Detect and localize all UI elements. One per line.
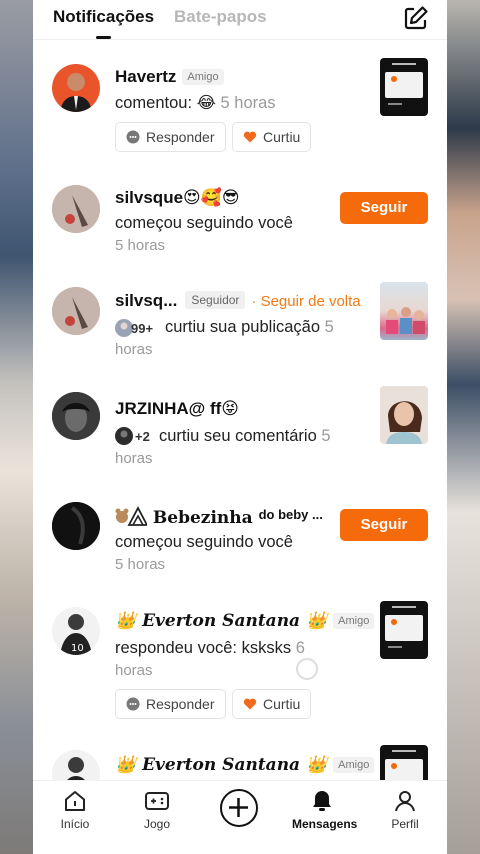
notifications-panel: Notificações Bate-papos Havertz Amigo com… bbox=[33, 0, 447, 854]
notification-row[interactable]: silvsque😍🥰😎 começou seguindo você 5 hora… bbox=[33, 183, 447, 263]
avatar[interactable] bbox=[52, 502, 100, 550]
follow-button[interactable]: Seguir bbox=[340, 192, 428, 224]
chat-bubble-icon bbox=[126, 130, 140, 144]
notification-text: curtiu sua publicação 5 bbox=[165, 318, 334, 336]
notification-text: começou seguindo você bbox=[115, 533, 293, 551]
nav-profile[interactable]: Perfil bbox=[375, 789, 435, 831]
chat-bubble-icon bbox=[126, 697, 140, 711]
tab-notificacoes[interactable]: Notificações bbox=[53, 7, 154, 27]
bear-and-logo-icon bbox=[115, 506, 149, 526]
plus-icon bbox=[229, 798, 248, 817]
liker-avatar-icon bbox=[115, 427, 133, 445]
notification-row[interactable]: 10 👑 Everton Santana 👑 Amigo respondeu vo… bbox=[33, 601, 447, 725]
friend-badge: Amigo bbox=[182, 69, 224, 85]
like-count: 99+ bbox=[131, 321, 154, 336]
username[interactable]: 👑 Everton Santana 👑 Amigo bbox=[115, 755, 375, 775]
liker-avatars[interactable]: +2 bbox=[115, 427, 155, 447]
post-thumbnail[interactable] bbox=[380, 601, 428, 659]
avatar[interactable] bbox=[52, 64, 100, 112]
svg-text:10: 10 bbox=[71, 643, 84, 654]
reply-button[interactable]: Responder bbox=[115, 689, 226, 719]
profile-icon bbox=[395, 791, 415, 812]
nav-home[interactable]: Início bbox=[45, 789, 105, 831]
timestamp: 5 horas bbox=[115, 556, 166, 573]
liker-avatars[interactable]: 99+ bbox=[115, 319, 155, 339]
post-thumbnail[interactable] bbox=[380, 386, 428, 444]
avatar[interactable] bbox=[52, 185, 100, 233]
timestamp: horas bbox=[115, 341, 153, 358]
touch-indicator bbox=[296, 658, 318, 680]
heart-icon bbox=[243, 698, 257, 710]
compose-icon[interactable] bbox=[403, 5, 429, 31]
notification-text: comentou: 😂 5 horas bbox=[115, 94, 276, 112]
like-count: +2 bbox=[135, 429, 150, 444]
username[interactable]: Havertz Amigo bbox=[115, 67, 224, 87]
like-button[interactable]: Curtiu bbox=[232, 122, 312, 152]
follower-badge: Seguidor bbox=[185, 291, 246, 309]
friend-badge: Amigo bbox=[333, 757, 375, 773]
tab-bate-papos[interactable]: Bate-papos bbox=[174, 7, 267, 27]
home-icon bbox=[65, 791, 85, 811]
background-right-blur bbox=[445, 0, 480, 854]
friend-badge: Amigo bbox=[333, 613, 375, 629]
notification-row[interactable]: JRZINHA@ ff😝 +2 curtiu seu comentário 5 … bbox=[33, 386, 447, 477]
post-thumbnail[interactable] bbox=[380, 282, 428, 340]
active-tab-indicator bbox=[96, 36, 111, 39]
notification-row[interactable]: Bebezinha do beby ... começou seguindo v… bbox=[33, 500, 447, 580]
post-thumbnail[interactable] bbox=[380, 58, 428, 116]
timestamp: horas bbox=[115, 450, 153, 467]
follow-button[interactable]: Seguir bbox=[340, 509, 428, 541]
timestamp: horas bbox=[115, 662, 153, 679]
top-tabs: Notificações Bate-papos bbox=[33, 0, 447, 40]
username[interactable]: Bebezinha do beby ... bbox=[115, 505, 323, 528]
bottom-navigation: Início Jogo Mensagens Perfil bbox=[33, 780, 447, 854]
timestamp: 5 horas bbox=[115, 237, 166, 254]
create-post-button[interactable] bbox=[220, 789, 258, 827]
reply-button[interactable]: Responder bbox=[115, 122, 226, 152]
avatar[interactable] bbox=[52, 287, 100, 335]
nav-game[interactable]: Jogo bbox=[127, 789, 187, 831]
heart-icon bbox=[243, 131, 257, 143]
notification-text: curtiu seu comentário 5 bbox=[159, 427, 331, 445]
bell-icon bbox=[313, 791, 331, 811]
username[interactable]: JRZINHA@ ff😝 bbox=[115, 399, 239, 419]
username[interactable]: silvsq... Seguidor · Seguir de volta bbox=[115, 291, 361, 311]
gamepad-icon bbox=[145, 792, 169, 810]
avatar[interactable]: 10 bbox=[52, 607, 100, 655]
avatar[interactable] bbox=[52, 392, 100, 440]
notification-row[interactable]: Havertz Amigo comentou: 😂 5 horas Respond… bbox=[33, 58, 447, 160]
notification-text: começou seguindo você bbox=[115, 214, 293, 232]
like-button[interactable]: Curtiu bbox=[232, 689, 312, 719]
username[interactable]: silvsque😍🥰😎 bbox=[115, 188, 240, 208]
follow-back-link[interactable]: · Seguir de volta bbox=[251, 293, 360, 310]
username[interactable]: 👑 Everton Santana 👑 Amigo bbox=[115, 611, 375, 631]
notification-row[interactable]: silvsq... Seguidor · Seguir de volta 99+ c… bbox=[33, 282, 447, 370]
nav-messages[interactable]: Mensagens bbox=[292, 789, 357, 831]
notification-text: respondeu você: ksksks 6 bbox=[115, 639, 305, 657]
